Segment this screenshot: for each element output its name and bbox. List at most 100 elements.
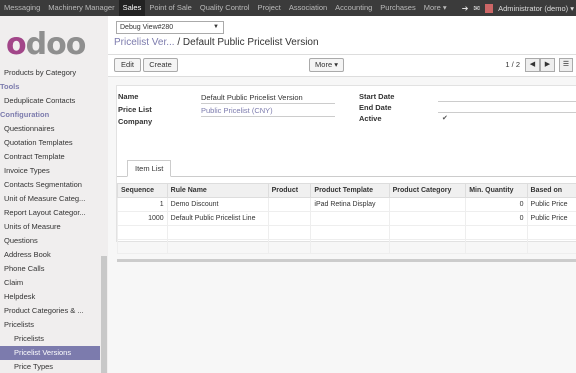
sidebar-item[interactable]: Contacts Segmentation [0, 178, 96, 192]
pager-value: 1 / 2 [505, 60, 520, 69]
table-header-row: Sequence Rule Name Product Product Template… [117, 183, 576, 198]
table-cell [267, 225, 311, 240]
table-cell [310, 225, 390, 240]
top-menu-item[interactable]: Messaging [0, 0, 44, 16]
start-date-label: Start Date [359, 92, 395, 101]
field-underline [438, 112, 576, 113]
top-right-area: ➔ ✉ Administrator (demo) ▾ [462, 0, 576, 16]
debug-view-select[interactable]: Debug View#280 ▼ [116, 21, 224, 34]
column-header[interactable]: Product [267, 183, 312, 198]
top-menu-item[interactable]: Purchases [376, 0, 419, 16]
table-cell: 0 [465, 211, 528, 226]
sidebar-item[interactable]: Deduplicate Contacts [0, 94, 96, 108]
arrow-right-icon: ▶ [544, 61, 551, 68]
top-menu-item[interactable]: Association [285, 0, 331, 16]
edit-button[interactable]: Edit [114, 58, 141, 72]
name-label: Name [118, 92, 139, 101]
field-underline [201, 103, 335, 104]
create-button[interactable]: Create [143, 58, 178, 72]
table-cell [526, 239, 576, 254]
column-header[interactable]: Product Template [310, 183, 390, 198]
form-sheet: Name Default Public Pricelist Version Pr… [116, 85, 576, 262]
sidebar-scrollbar[interactable] [101, 256, 107, 373]
sidebar-item[interactable]: Price Types [0, 360, 96, 373]
top-menu-item[interactable]: Point of Sale [145, 0, 196, 16]
page-title: Default Public Pricelist Version [182, 37, 319, 48]
top-menu-item[interactable]: Sales [118, 0, 146, 16]
table-cell [388, 211, 466, 226]
sidebar-item[interactable]: Quotation Templates [0, 136, 96, 150]
sidebar-item[interactable]: Report Layout Categor... [0, 206, 96, 220]
column-header[interactable]: Product Category [388, 183, 467, 198]
table-cell [267, 239, 311, 254]
table-cell [465, 239, 528, 254]
table-row[interactable]: 1 Demo Discount iPad Retina Display 0 Public… [117, 197, 576, 212]
login-icon[interactable]: ➔ [462, 4, 469, 13]
name-value: Default Public Pricelist Version [201, 93, 303, 102]
sidebar-item[interactable]: Helpdesk [0, 290, 96, 304]
table-cell [310, 211, 390, 226]
items-table: Sequence Rule Name Product Product Template… [117, 183, 576, 254]
top-menu-item[interactable]: More ▾ [420, 0, 451, 16]
table-cell [388, 239, 466, 254]
active-checkbox[interactable]: ✔ [442, 114, 448, 122]
prev-record-button[interactable]: ◀ [525, 58, 540, 72]
table-cell [267, 197, 311, 212]
tab-item-list[interactable]: Item List [127, 160, 172, 177]
sidebar-item[interactable]: Contract Template [0, 150, 96, 164]
table-cell: 0 [465, 197, 528, 212]
sidebar-item[interactable]: Phone Calls [0, 262, 96, 276]
pricelist-label: Price List [118, 105, 152, 114]
sidebar-item[interactable]: Pricelist Versions [0, 346, 100, 360]
sidebar-item[interactable]: Invoice Types [0, 164, 96, 178]
top-menu-item[interactable]: Quality Control [196, 0, 254, 16]
breadcrumb: Pricelist Ver... / Default Public Pricel… [114, 37, 319, 48]
sidebar-item[interactable]: Claim [0, 276, 96, 290]
list-icon: ☰ [562, 61, 570, 68]
end-date-label: End Date [359, 103, 392, 112]
column-header[interactable]: Sequence [117, 183, 168, 198]
table-cell [117, 225, 168, 240]
avatar[interactable] [485, 3, 494, 13]
chat-icon[interactable]: ✉ [473, 4, 480, 13]
sidebar-item[interactable]: Pricelists [0, 332, 96, 346]
sidebar-item[interactable]: Questionnaires [0, 122, 96, 136]
table-row-empty [117, 225, 576, 240]
sidebar-item[interactable]: Products by Category [0, 66, 96, 80]
table-cell [117, 239, 168, 254]
next-record-button[interactable]: ▶ [540, 58, 555, 72]
main-content: Debug View#280 ▼ Pricelist Ver... / Defau… [108, 16, 576, 373]
table-row-empty [117, 239, 576, 254]
user-menu[interactable]: Administrator (demo) ▾ [498, 4, 574, 13]
column-header[interactable]: Based on [526, 183, 576, 198]
pricelist-link[interactable]: Public Pricelist (CNY) [201, 106, 273, 115]
top-menu: Messaging Machinery Manager Sales Point of … [0, 0, 451, 16]
table-cell [166, 239, 269, 254]
sidebar: odoo Products by Category Tools Deduplicat… [0, 16, 108, 373]
odoo-logo[interactable]: odoo [6, 30, 86, 60]
notebook-tabs: Item List [117, 159, 576, 177]
top-menu-item[interactable]: Accounting [331, 0, 376, 16]
breadcrumb-parent-link[interactable]: Pricelist Ver... [114, 37, 175, 48]
column-header[interactable]: Rule Name [166, 183, 269, 198]
sidebar-item[interactable]: Unit of Measure Categ... [0, 192, 96, 206]
sidebar-menu: Products by Category Tools Deduplicate Con… [0, 66, 108, 373]
top-menu-item[interactable]: Machinery Manager [44, 0, 118, 16]
top-menu-item[interactable]: Project [253, 0, 284, 16]
table-cell [166, 225, 269, 240]
table-cell: 1000 [117, 211, 168, 226]
list-view-button[interactable]: ☰ [559, 58, 573, 72]
more-button[interactable]: More ▾ [309, 58, 344, 72]
field-underline [201, 116, 335, 117]
sidebar-item[interactable]: Units of Measure [0, 220, 96, 234]
table-row[interactable]: 1000 Default Public Pricelist Line 0 Public… [117, 211, 576, 226]
sidebar-item[interactable]: Pricelists [0, 318, 96, 332]
sidebar-item[interactable]: Product Categories & ... [0, 304, 96, 318]
column-header[interactable]: Min. Quantity [465, 183, 528, 198]
sidebar-item[interactable]: Address Book [0, 248, 96, 262]
breadcrumb-separator: / [174, 37, 183, 48]
table-cell [465, 225, 528, 240]
sidebar-item[interactable]: Questions [0, 234, 96, 248]
table-cell [388, 197, 466, 212]
table-cell: iPad Retina Display [310, 197, 390, 212]
